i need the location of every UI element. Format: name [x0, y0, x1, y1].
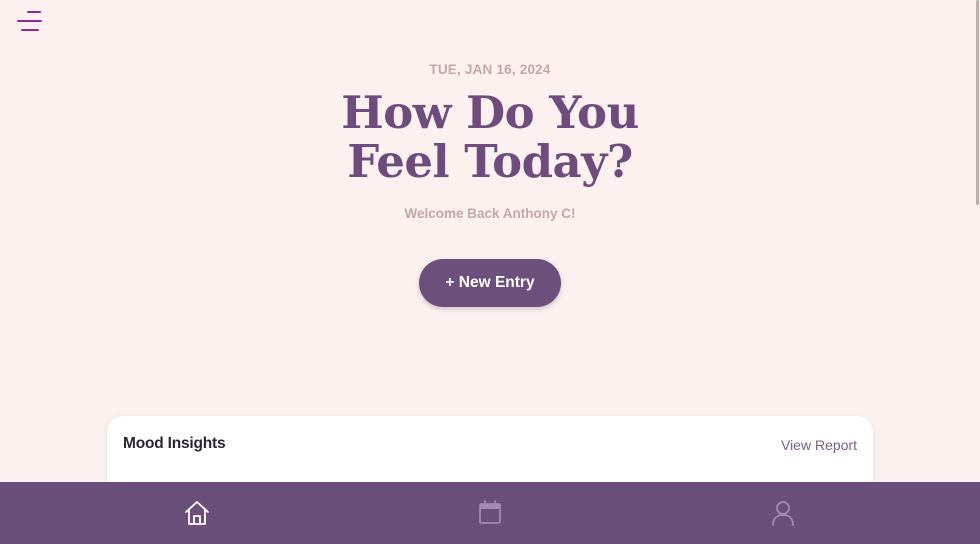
home-page: TUE, JAN 16, 2024 How Do You Feel Today?…	[0, 0, 980, 544]
current-date: TUE, JAN 16, 2024	[429, 62, 551, 77]
menu-button[interactable]	[14, 8, 46, 36]
nav-item-calendar[interactable]	[473, 496, 507, 530]
home-icon	[185, 501, 209, 525]
calendar-icon	[479, 500, 501, 524]
new-entry-button[interactable]: + New Entry	[419, 259, 561, 307]
user-icon	[772, 501, 794, 526]
mood-insights-title: Mood Insights	[123, 435, 226, 452]
scrollbar[interactable]	[975, 0, 980, 544]
page-title: How Do You Feel Today?	[341, 86, 639, 188]
nav-item-profile[interactable]	[766, 496, 800, 530]
scrollbar-thumb[interactable]	[976, 0, 979, 205]
bottom-navigation	[0, 482, 980, 544]
nav-item-home[interactable]	[180, 496, 214, 530]
menu-icon	[17, 11, 42, 31]
view-report-link[interactable]: View Report	[781, 437, 857, 453]
welcome-message: Welcome Back Anthony C!	[404, 206, 576, 221]
